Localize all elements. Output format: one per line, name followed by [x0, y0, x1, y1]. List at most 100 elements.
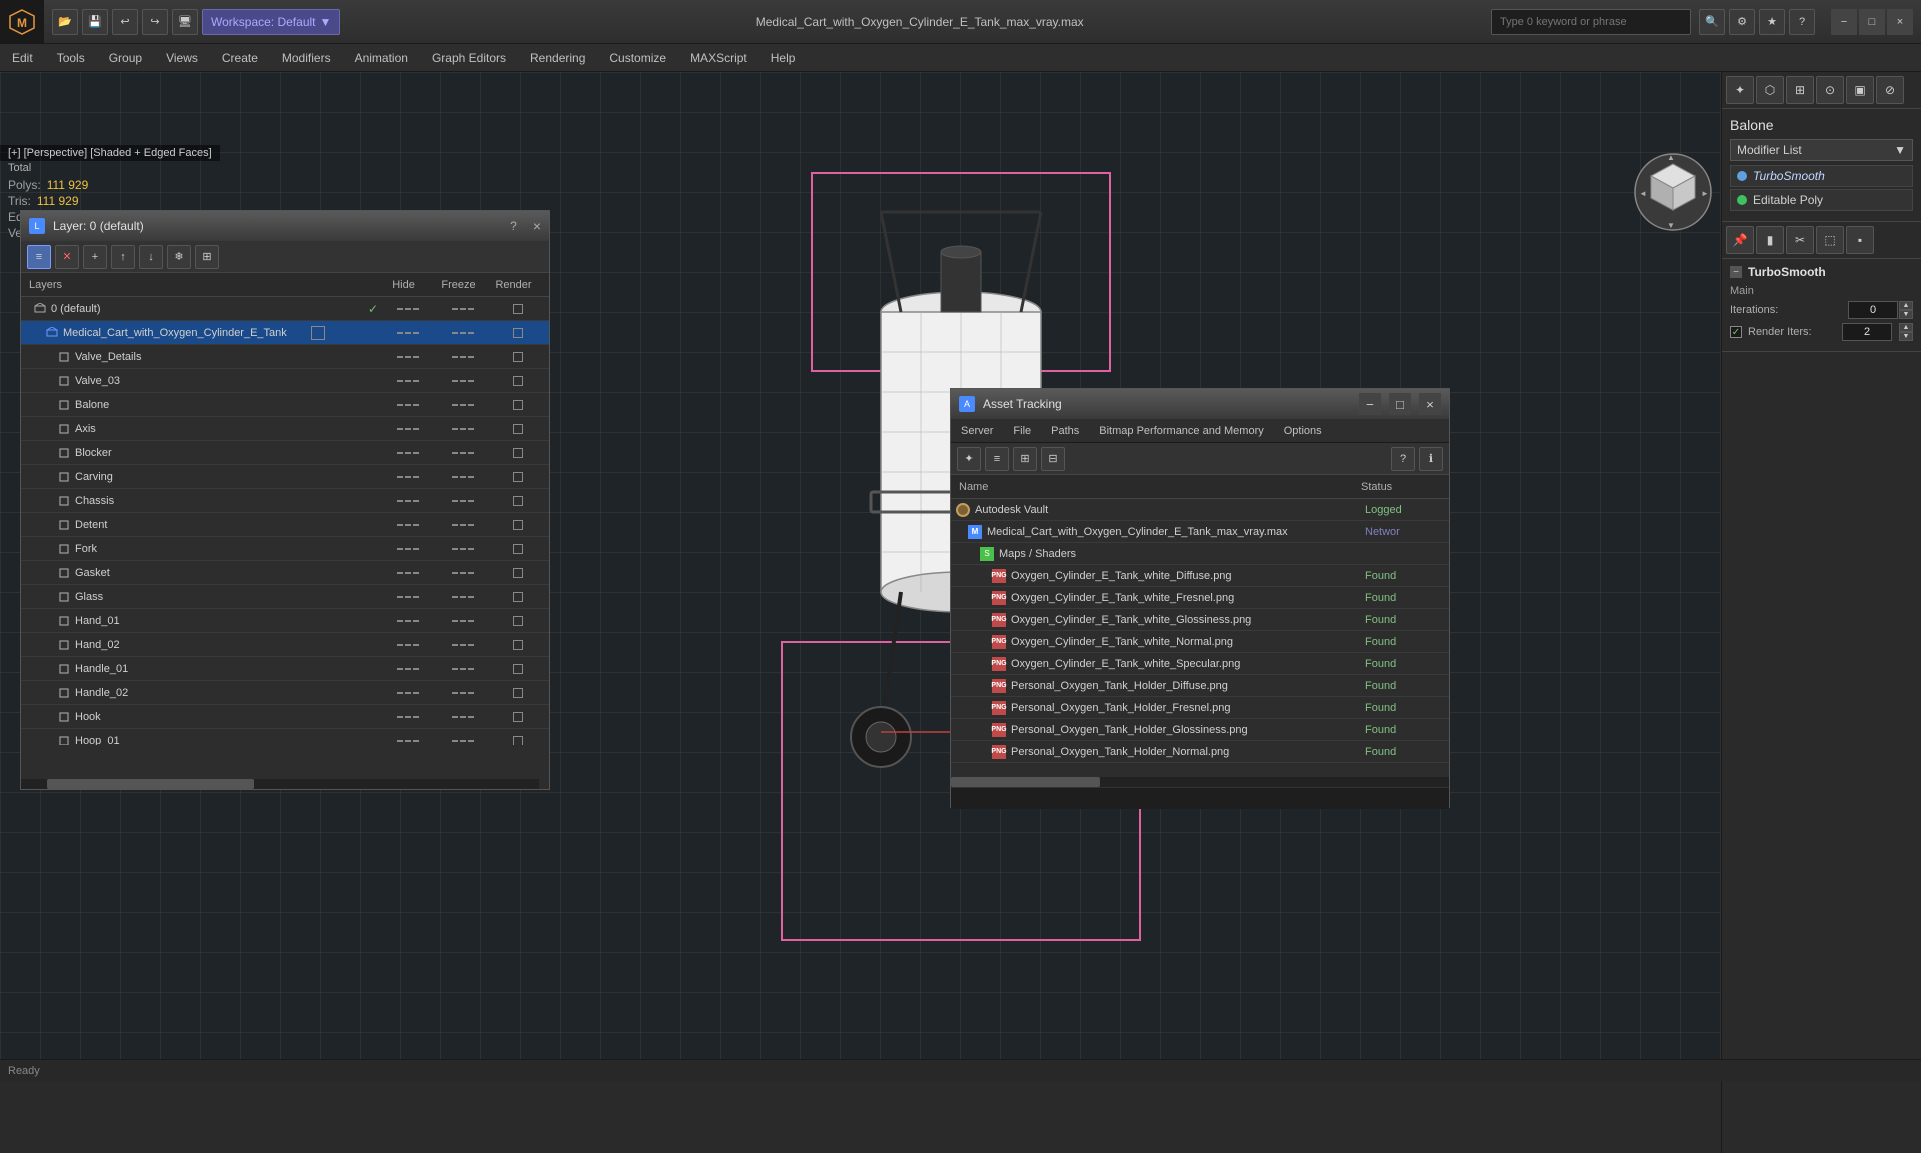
asset-row-6[interactable]: PNG Oxygen_Cylinder_E_Tank_white_Normal.…: [951, 631, 1449, 653]
asset-menu-bitmap[interactable]: Bitmap Performance and Memory: [1089, 419, 1273, 443]
menu-maxscript[interactable]: MAXScript: [678, 44, 759, 72]
layer-row-medical-cart[interactable]: Medical_Cart_with_Oxygen_Cylinder_E_Tank: [21, 321, 549, 345]
render-iters-down[interactable]: ▼: [1899, 332, 1913, 341]
asset-row-11[interactable]: PNG Personal_Oxygen_Tank_Holder_Normal.p…: [951, 741, 1449, 763]
menu-modifiers[interactable]: Modifiers: [270, 44, 343, 72]
search-input[interactable]: [1491, 9, 1691, 35]
menu-views[interactable]: Views: [154, 44, 210, 72]
asset-row-2[interactable]: S Maps / Shaders: [951, 543, 1449, 565]
mod-icon-motion[interactable]: ⊙: [1816, 76, 1844, 104]
cube-navigator[interactable]: ▲ ▼ ◄ ►: [1633, 152, 1713, 232]
layers-tool-delete[interactable]: ✕: [55, 245, 79, 269]
save-btn[interactable]: 💾: [82, 9, 108, 35]
layer-row-16[interactable]: Hoop_01: [21, 729, 549, 745]
mod-icon-hierarchy[interactable]: ⊞: [1786, 76, 1814, 104]
menu-create[interactable]: Create: [210, 44, 270, 72]
asset-row-5[interactable]: PNG Oxygen_Cylinder_E_Tank_white_Glossin…: [951, 609, 1449, 631]
mod-list-btn[interactable]: ▮: [1756, 226, 1784, 254]
mod-icon-utilities[interactable]: ⊘: [1876, 76, 1904, 104]
asset-menu-server[interactable]: Server: [951, 419, 1003, 443]
layers-tool-freeze[interactable]: ❄: [167, 245, 191, 269]
star-icon-btn[interactable]: ★: [1759, 9, 1785, 35]
turbosmooth-collapse[interactable]: −: [1730, 266, 1742, 278]
search-icon-btn[interactable]: 🔍: [1699, 9, 1725, 35]
render-iters-checkbox[interactable]: ✓: [1730, 326, 1742, 338]
asset-info-btn[interactable]: ℹ: [1419, 447, 1443, 471]
screen-btn[interactable]: 🖥: [172, 9, 198, 35]
layer-row-default[interactable]: 0 (default) ✓: [21, 297, 549, 321]
menu-group[interactable]: Group: [97, 44, 154, 72]
layer-row-2[interactable]: Balone: [21, 393, 549, 417]
asset-menu-paths[interactable]: Paths: [1041, 419, 1089, 443]
help-icon-btn[interactable]: ?: [1789, 9, 1815, 35]
layer-row-6[interactable]: Chassis: [21, 489, 549, 513]
asset-row-3[interactable]: PNG Oxygen_Cylinder_E_Tank_white_Diffuse…: [951, 565, 1449, 587]
layers-tool-options[interactable]: ⊞: [195, 245, 219, 269]
mod-pin-btn[interactable]: 📌: [1726, 226, 1754, 254]
mod-paste-btn[interactable]: ▪: [1846, 226, 1874, 254]
layer-row-14[interactable]: Handle_02: [21, 681, 549, 705]
menu-graph-editors[interactable]: Graph Editors: [420, 44, 518, 72]
layers-hscrollbar[interactable]: [21, 779, 539, 789]
layers-tool-move-up[interactable]: ↑: [111, 245, 135, 269]
iterations-down[interactable]: ▼: [1899, 310, 1913, 319]
layer-row-5[interactable]: Carving: [21, 465, 549, 489]
asset-row-10[interactable]: PNG Personal_Oxygen_Tank_Holder_Glossine…: [951, 719, 1449, 741]
menu-animation[interactable]: Animation: [343, 44, 420, 72]
modifier-list-dropdown[interactable]: Modifier List ▼: [1730, 139, 1913, 161]
asset-maximize-btn[interactable]: □: [1389, 393, 1411, 415]
menu-edit[interactable]: Edit: [0, 44, 45, 72]
layer-row-4[interactable]: Blocker: [21, 441, 549, 465]
asset-menu-file[interactable]: File: [1003, 419, 1041, 443]
menu-customize[interactable]: Customize: [597, 44, 678, 72]
modifier-editable-poly[interactable]: Editable Poly: [1730, 189, 1913, 211]
layer-row-3[interactable]: Axis: [21, 417, 549, 441]
maximize-btn[interactable]: □: [1859, 9, 1885, 35]
layer-row-11[interactable]: Hand_01: [21, 609, 549, 633]
asset-tool-2[interactable]: ≡: [985, 447, 1009, 471]
menu-rendering[interactable]: Rendering: [518, 44, 597, 72]
asset-row-8[interactable]: PNG Personal_Oxygen_Tank_Holder_Diffuse.…: [951, 675, 1449, 697]
render-iters-spinner[interactable]: ▲ ▼: [1899, 323, 1913, 341]
mod-copy-btn[interactable]: ⬚: [1816, 226, 1844, 254]
settings-icon-btn[interactable]: ⚙: [1729, 9, 1755, 35]
layers-question-mark[interactable]: ?: [510, 219, 517, 233]
asset-tool-3[interactable]: ⊞: [1013, 447, 1037, 471]
layer-row-15[interactable]: Hook: [21, 705, 549, 729]
layers-tool-add[interactable]: +: [83, 245, 107, 269]
undo-btn[interactable]: ↩: [112, 9, 138, 35]
layers-tool-move-down[interactable]: ↓: [139, 245, 163, 269]
asset-tool-1[interactable]: ✦: [957, 447, 981, 471]
iterations-up[interactable]: ▲: [1899, 301, 1913, 310]
render-iters-up[interactable]: ▲: [1899, 323, 1913, 332]
asset-row-9[interactable]: PNG Personal_Oxygen_Tank_Holder_Fresnel.…: [951, 697, 1449, 719]
modifier-turbosmooth[interactable]: TurboSmooth: [1730, 165, 1913, 187]
asset-scrollbar[interactable]: [951, 777, 1449, 787]
redo-btn[interactable]: ↪: [142, 9, 168, 35]
menu-help[interactable]: Help: [759, 44, 808, 72]
layer-row-9[interactable]: Gasket: [21, 561, 549, 585]
asset-row-7[interactable]: PNG Oxygen_Cylinder_E_Tank_white_Specula…: [951, 653, 1449, 675]
mod-icon-display[interactable]: ▣: [1846, 76, 1874, 104]
asset-row-1[interactable]: M Medical_Cart_with_Oxygen_Cylinder_E_Ta…: [951, 521, 1449, 543]
layer-row-13[interactable]: Handle_01: [21, 657, 549, 681]
layer-row-8[interactable]: Fork: [21, 537, 549, 561]
asset-row-0[interactable]: Autodesk Vault Logged: [951, 499, 1449, 521]
layer-row-1[interactable]: Valve_03: [21, 369, 549, 393]
asset-close-btn[interactable]: ×: [1419, 393, 1441, 415]
layer-row-10[interactable]: Glass: [21, 585, 549, 609]
close-btn[interactable]: ×: [1887, 9, 1913, 35]
mod-icon-modify[interactable]: ⬡: [1756, 76, 1784, 104]
open-file-btn[interactable]: 📂: [52, 9, 78, 35]
layers-tool-active[interactable]: ≡: [27, 245, 51, 269]
asset-row-4[interactable]: PNG Oxygen_Cylinder_E_Tank_white_Fresnel…: [951, 587, 1449, 609]
iterations-spinner[interactable]: ▲ ▼: [1899, 301, 1913, 319]
menu-tools[interactable]: Tools: [45, 44, 97, 72]
minimize-btn[interactable]: −: [1831, 9, 1857, 35]
mod-icon-create[interactable]: ✦: [1726, 76, 1754, 104]
workspace-btn[interactable]: Workspace: Default ▼: [202, 9, 340, 35]
mod-cut-btn[interactable]: ✂: [1786, 226, 1814, 254]
asset-menu-options[interactable]: Options: [1274, 419, 1332, 443]
layer-row-12[interactable]: Hand_02: [21, 633, 549, 657]
asset-tool-4[interactable]: ⊟: [1041, 447, 1065, 471]
